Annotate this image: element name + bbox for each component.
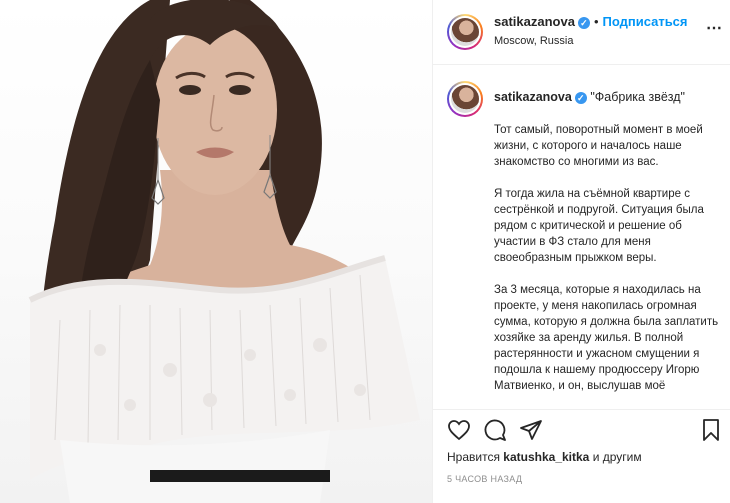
heart-icon[interactable] bbox=[447, 418, 471, 447]
caption-avatar[interactable] bbox=[447, 81, 483, 117]
likes-suffix[interactable]: и другим bbox=[593, 450, 642, 464]
caption-text: Тот самый, поворотный момент в моей жизн… bbox=[494, 122, 719, 409]
verified-badge-icon: ✓ bbox=[577, 17, 590, 29]
post-photo[interactable] bbox=[0, 0, 432, 503]
header-user-line: satikazanova ✓ • Подписаться bbox=[494, 14, 688, 29]
comment-icon[interactable] bbox=[483, 418, 507, 447]
instagram-post: satikazanova ✓ • Подписаться Moscow, Russia… bbox=[0, 0, 730, 503]
avatar[interactable] bbox=[447, 14, 483, 50]
location-link[interactable]: Moscow, Russia bbox=[494, 35, 573, 47]
more-options-icon[interactable]: ⋯ bbox=[706, 18, 723, 38]
bookmark-icon[interactable] bbox=[699, 418, 723, 447]
portrait-image bbox=[28, 0, 420, 503]
likes-line: Нравится katushka_kitka и другим bbox=[447, 450, 642, 464]
share-icon[interactable] bbox=[519, 418, 543, 447]
username-link[interactable]: satikazanova bbox=[494, 14, 575, 29]
caption-paragraph: Я тогда жила на съёмной квартире с сестр… bbox=[494, 188, 704, 264]
separator-dot: • bbox=[593, 14, 599, 29]
action-bar: Нравится katushka_kitka и другим 5 часов… bbox=[433, 409, 730, 503]
caption-header: satikazanova ✓ "Фабрика звёзд" bbox=[494, 90, 685, 104]
verified-badge-icon: ✓ bbox=[574, 92, 587, 104]
caption-username-link[interactable]: satikazanova bbox=[494, 90, 572, 104]
liked-by-user-link[interactable]: katushka_kitka bbox=[503, 450, 589, 464]
follow-button[interactable]: Подписаться bbox=[603, 14, 688, 29]
post-header: satikazanova ✓ • Подписаться Moscow, Russia… bbox=[433, 0, 730, 65]
caption-title: "Фабрика звёзд" bbox=[590, 90, 685, 104]
likes-prefix: Нравится bbox=[447, 450, 500, 464]
post-timestamp[interactable]: 5 часов назад bbox=[447, 474, 522, 484]
caption-area: satikazanova ✓ "Фабрика звёзд" Тот самый,… bbox=[433, 66, 730, 409]
caption-paragraph: Тот самый, поворотный момент в моей жизн… bbox=[494, 124, 703, 168]
caption-paragraph: За 3 месяца, которые я находилась на про… bbox=[494, 284, 719, 392]
post-sidebar: satikazanova ✓ • Подписаться Moscow, Russia… bbox=[432, 0, 730, 503]
